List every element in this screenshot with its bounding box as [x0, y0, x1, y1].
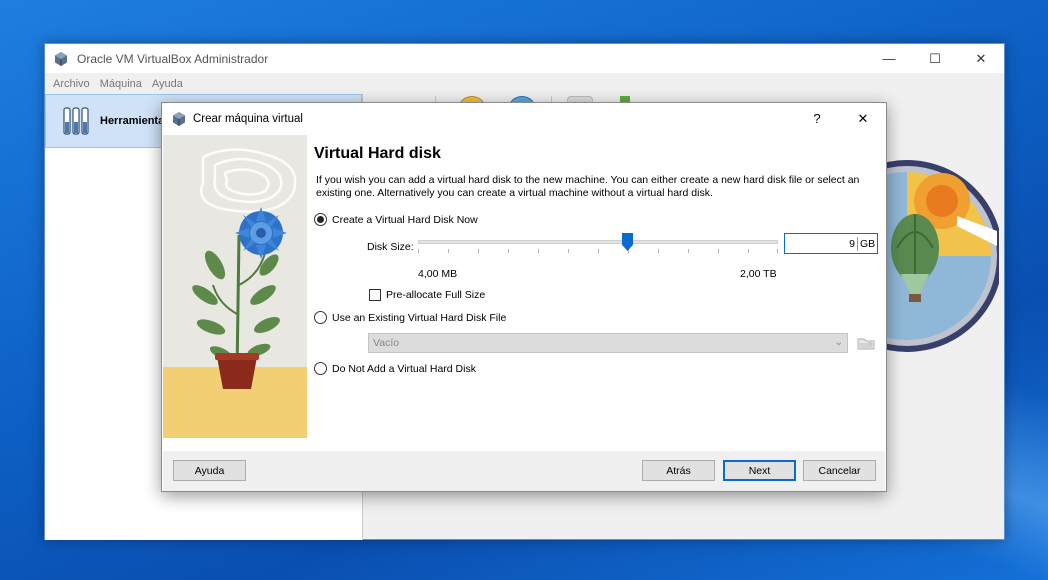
menu-archivo[interactable]: Archivo — [48, 78, 95, 90]
preallocate-checkbox[interactable]: Pre-allocate Full Size — [369, 289, 485, 301]
radio-create-new-indicator[interactable] — [314, 213, 327, 226]
dialog-footer: Ayuda Atrás Next Cancelar — [163, 451, 885, 491]
page-description: If you wish you can add a virtual hard d… — [316, 174, 860, 199]
close-button[interactable]: ✕ — [840, 103, 886, 134]
create-vm-dialog: Crear máquina virtual ? ✕ Virtual Hard d… — [161, 102, 887, 492]
back-button[interactable]: Atrás — [642, 460, 715, 481]
tools-label: Herramientas — [100, 115, 171, 127]
menu-bar: Archivo Máquina Ayuda — [45, 73, 1004, 94]
disk-size-slider-ticks — [418, 249, 778, 253]
chevron-down-icon: ⌄ — [834, 337, 843, 348]
dialog-title: Crear máquina virtual — [193, 112, 303, 125]
radio-use-existing-label: Use an Existing Virtual Hard Disk File — [332, 311, 507, 324]
radio-create-new-label: Create a Virtual Hard Disk Now — [332, 213, 478, 226]
plant-illustration — [163, 135, 307, 438]
disk-size-value[interactable]: 9 — [785, 238, 857, 250]
next-button[interactable]: Next — [723, 460, 796, 481]
main-window-title: Oracle VM VirtualBox Administrador — [77, 51, 269, 66]
cancel-button[interactable]: Cancelar — [803, 460, 876, 481]
close-button[interactable]: ✕ — [958, 44, 1004, 73]
radio-no-disk-indicator[interactable] — [314, 362, 327, 375]
help-button[interactable]: ? — [794, 103, 840, 134]
disk-size-unit: GB — [857, 236, 877, 251]
menu-maquina[interactable]: Máquina — [95, 78, 147, 90]
menu-ayuda[interactable]: Ayuda — [147, 78, 188, 90]
preallocate-checkbox-box[interactable] — [369, 289, 381, 301]
radio-no-disk[interactable]: Do Not Add a Virtual Hard Disk — [314, 362, 476, 375]
existing-disk-combo[interactable]: Vacío ⌄ — [368, 333, 848, 353]
dialog-titlebar: Crear máquina virtual ? ✕ — [162, 103, 886, 134]
preallocate-label: Pre-allocate Full Size — [386, 289, 486, 301]
radio-use-existing-indicator[interactable] — [314, 311, 327, 324]
radio-create-new[interactable]: Create a Virtual Hard Disk Now — [314, 213, 478, 226]
radio-no-disk-label: Do Not Add a Virtual Hard Disk — [332, 362, 476, 375]
virtualbox-icon — [55, 51, 67, 66]
disk-size-input[interactable]: 9 GB — [784, 233, 878, 254]
welcome-balloon-art — [887, 160, 999, 352]
radio-use-existing[interactable]: Use an Existing Virtual Hard Disk File — [314, 311, 506, 324]
maximize-button[interactable]: ☐ — [912, 44, 958, 73]
virtualbox-icon — [173, 111, 185, 126]
slider-min-label: 4,00 MB — [418, 268, 458, 280]
main-titlebar: Oracle VM VirtualBox Administrador — ☐ ✕ — [45, 44, 1004, 73]
tools-icon — [63, 107, 89, 135]
help-text-button[interactable]: Ayuda — [173, 460, 246, 481]
disk-size-label: Disk Size: — [367, 241, 414, 253]
disk-size-slider-track[interactable] — [418, 240, 778, 244]
dialog-body: Virtual Hard disk If you wish you can ad… — [314, 135, 884, 445]
minimize-button[interactable]: — — [866, 44, 912, 73]
page-heading: Virtual Hard disk — [314, 145, 441, 162]
existing-disk-combo-value: Vacío — [373, 337, 400, 349]
slider-max-label: 2,00 TB — [740, 268, 777, 280]
choose-disk-folder-icon[interactable] — [856, 333, 876, 353]
